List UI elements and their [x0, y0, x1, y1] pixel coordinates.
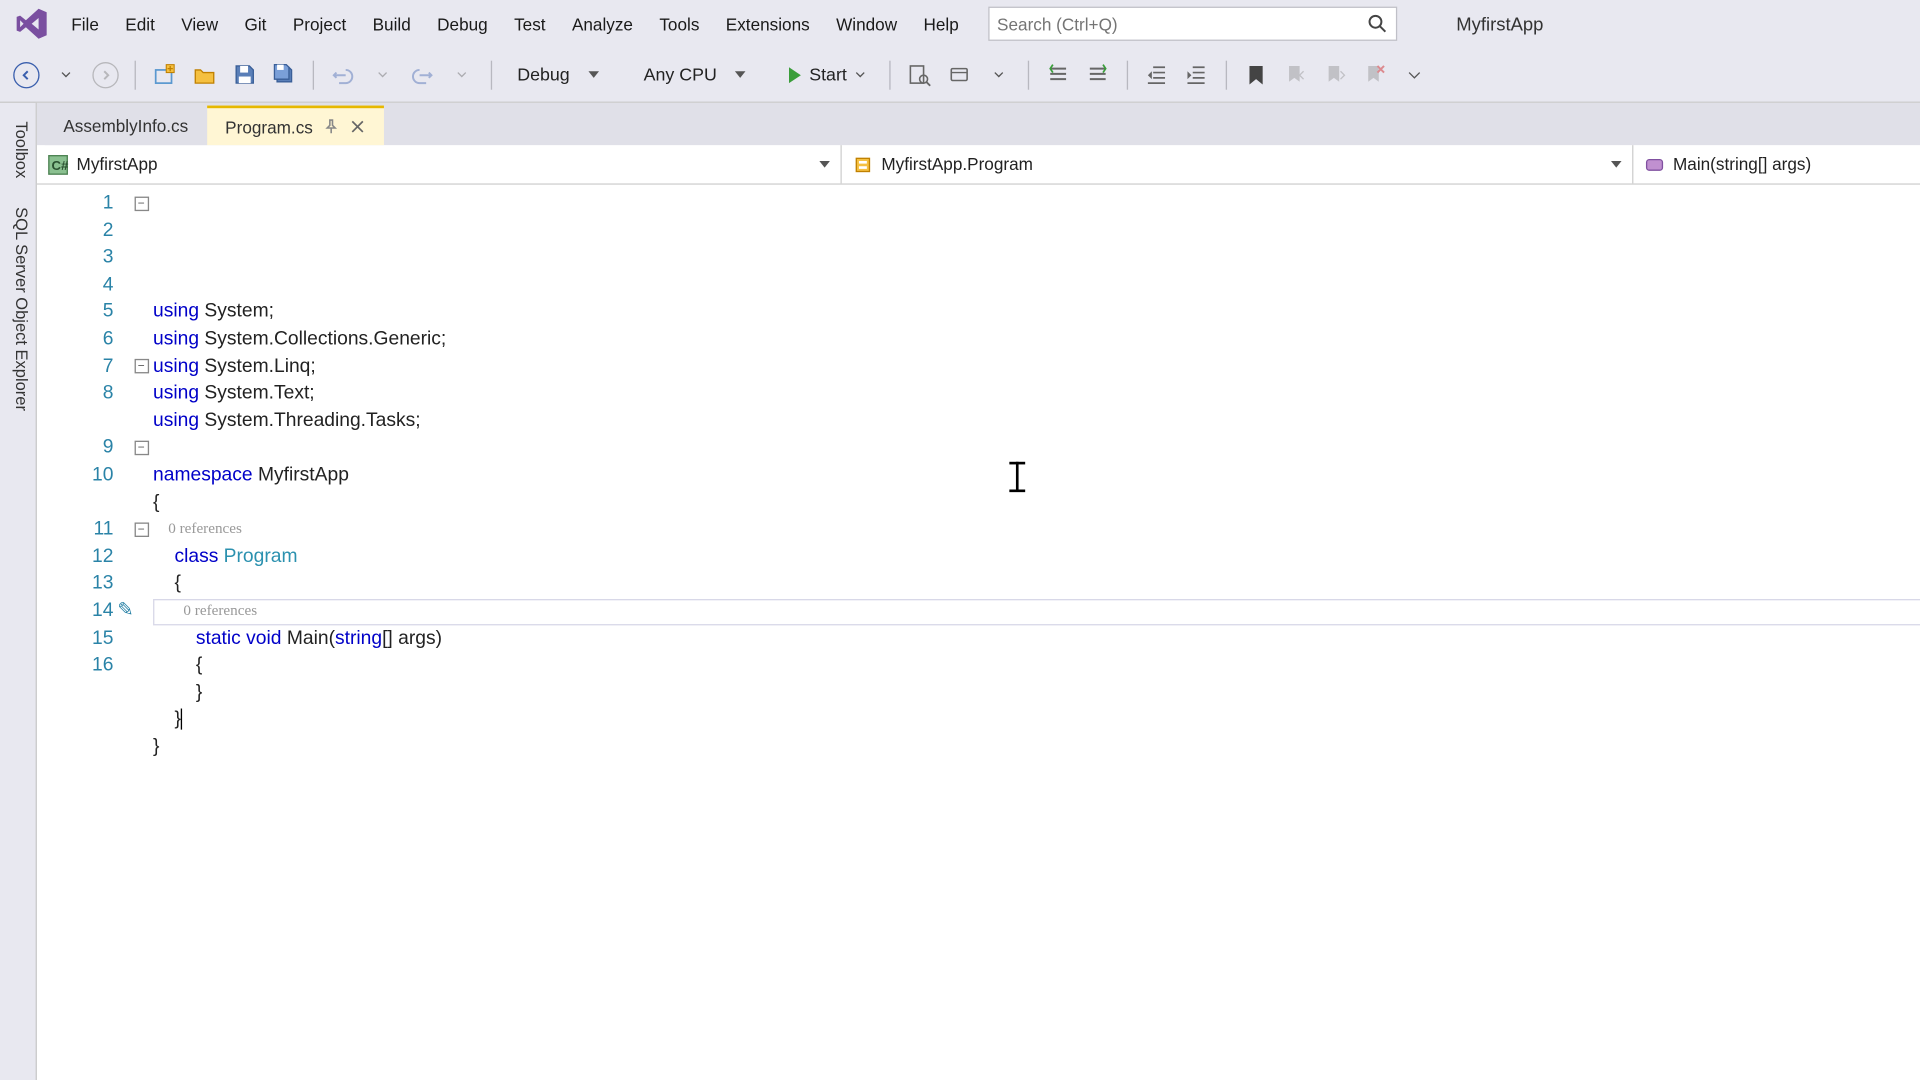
document-tab-well: AssemblyInfo.cs Program.cs — [37, 103, 1920, 145]
prev-bookmark-button[interactable] — [1280, 59, 1312, 91]
menu-view[interactable]: View — [168, 9, 231, 39]
undo-button[interactable] — [327, 59, 359, 91]
menu-tools[interactable]: Tools — [646, 9, 712, 39]
menu-debug[interactable]: Debug — [424, 9, 501, 39]
side-tab-sql-server-object-explorer[interactable]: SQL Server Object Explorer — [0, 194, 36, 424]
solution-platform-dropdown[interactable]: Any CPU — [632, 56, 771, 93]
solution-name: MyfirstApp — [1436, 7, 1563, 41]
increase-indent-button[interactable] — [1181, 59, 1213, 91]
method-icon — [1644, 154, 1665, 175]
tab-label: Program.cs — [225, 117, 313, 137]
left-side-panel: ToolboxSQL Server Object Explorer — [0, 103, 37, 1080]
new-project-button[interactable] — [149, 59, 181, 91]
member-dropdown[interactable]: Main(string[] args) — [1633, 145, 1920, 183]
find-in-files-button[interactable] — [904, 59, 936, 91]
navigation-bar: C# MyfirstApp MyfirstApp.Program Main(st… — [37, 145, 1920, 185]
menu-window[interactable]: Window — [823, 9, 910, 39]
fold-toggle[interactable]: − — [134, 441, 149, 456]
svg-text:C#: C# — [51, 158, 68, 173]
clear-bookmarks-button[interactable] — [1359, 59, 1391, 91]
tab-label: AssemblyInfo.cs — [63, 116, 188, 136]
save-all-button[interactable] — [268, 59, 300, 91]
next-bookmark-button[interactable] — [1319, 59, 1351, 91]
nav-back-button[interactable] — [11, 59, 43, 91]
browser-link-button[interactable] — [943, 59, 975, 91]
search-icon — [1366, 13, 1387, 34]
fold-toggle[interactable]: − — [134, 522, 149, 537]
nav-back-dropdown[interactable] — [50, 59, 82, 91]
folding-column: − − − − — [129, 185, 153, 1080]
bookmark-button[interactable] — [1240, 59, 1272, 91]
fold-toggle[interactable]: − — [134, 196, 149, 211]
fold-toggle[interactable]: − — [134, 359, 149, 374]
menu-edit[interactable]: Edit — [112, 9, 168, 39]
browser-link-dropdown[interactable] — [983, 59, 1015, 91]
class-icon — [852, 154, 873, 175]
member-name-label: Main(string[] args) — [1673, 154, 1811, 174]
redo-button[interactable] — [406, 59, 438, 91]
menubar: FileEditViewGitProjectBuildDebugTestAnal… — [0, 0, 1920, 47]
menu-build[interactable]: Build — [359, 9, 424, 39]
menu-file[interactable]: File — [58, 9, 112, 39]
class-name-label: MyfirstApp.Program — [881, 154, 1033, 174]
code-editor[interactable]: 1234567891011121314✎1516 − − − − using Syst… — [37, 185, 1920, 1080]
start-label: Start — [809, 65, 847, 85]
project-name-label: MyfirstApp — [77, 154, 158, 174]
doc-tab-program-cs[interactable]: Program.cs — [207, 106, 384, 146]
menu-help[interactable]: Help — [910, 9, 972, 39]
csharp-project-icon: C# — [47, 154, 68, 175]
comment-button[interactable] — [1042, 59, 1074, 91]
menu-project[interactable]: Project — [280, 9, 360, 39]
solution-configuration-dropdown[interactable]: Debug — [505, 56, 623, 93]
pin-icon[interactable] — [323, 119, 339, 135]
menu-analyze[interactable]: Analyze — [559, 9, 646, 39]
visual-studio-logo-icon — [13, 5, 50, 42]
save-button[interactable] — [228, 59, 260, 91]
menu-extensions[interactable]: Extensions — [713, 9, 823, 39]
project-dropdown[interactable]: C# MyfirstApp — [37, 145, 842, 183]
play-icon — [789, 67, 801, 83]
start-debugging-button[interactable]: Start — [779, 62, 876, 87]
nav-forward-button[interactable] — [90, 59, 122, 91]
decrease-indent-button[interactable] — [1141, 59, 1173, 91]
undo-dropdown[interactable] — [367, 59, 399, 91]
search-input[interactable] — [997, 14, 1366, 34]
close-tab-icon[interactable] — [350, 119, 366, 135]
redo-dropdown[interactable] — [446, 59, 478, 91]
code-text[interactable]: using System;using System.Collections.Ge… — [153, 185, 1920, 1080]
uncomment-button[interactable] — [1082, 59, 1114, 91]
line-numbers: 1234567891011121314✎1516 — [37, 185, 129, 1080]
open-file-button[interactable] — [189, 59, 221, 91]
doc-tab-assemblyinfo-cs[interactable]: AssemblyInfo.cs — [45, 106, 207, 146]
search-box[interactable] — [988, 7, 1397, 41]
toolbar: Debug Any CPU Start — [0, 47, 1920, 102]
menu-test[interactable]: Test — [501, 9, 559, 39]
class-dropdown[interactable]: MyfirstApp.Program — [842, 145, 1634, 183]
toolbar-overflow-button[interactable] — [1398, 59, 1430, 91]
side-tab-toolbox[interactable]: Toolbox — [0, 108, 36, 191]
menu-git[interactable]: Git — [231, 9, 279, 39]
